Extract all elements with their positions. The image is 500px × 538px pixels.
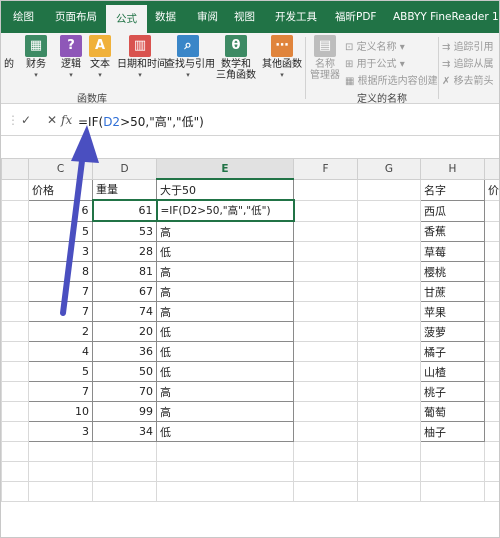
annotation-arrow bbox=[60, 125, 99, 316]
excel-window: 绘图 页面布局 公式 数据 审阅 视图 开发工具 福昕PDF ABBYY Fin… bbox=[0, 0, 500, 538]
